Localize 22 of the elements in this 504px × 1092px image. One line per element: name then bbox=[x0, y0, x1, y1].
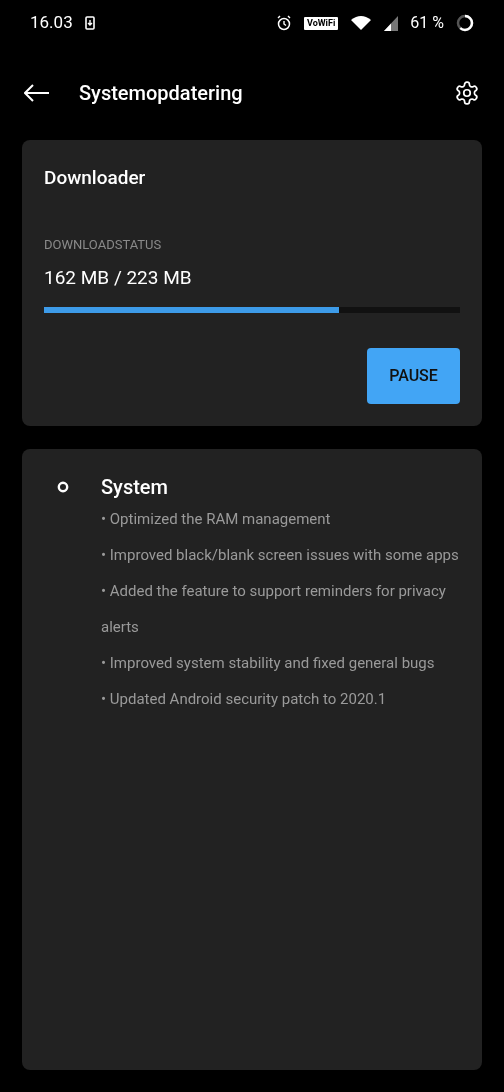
card-title: Downloader bbox=[44, 165, 147, 191]
page-title: Systemopdatering bbox=[79, 80, 243, 107]
status-time: 16.03 bbox=[30, 11, 73, 35]
circle-bullet-icon bbox=[56, 481, 69, 493]
wifi-icon bbox=[350, 15, 373, 31]
alarm-icon bbox=[276, 15, 292, 31]
changelog-item: • Updated Android security patch to 2020.1 bbox=[101, 689, 388, 710]
signal-icon bbox=[384, 15, 399, 31]
status-label: DOWNLOADSTATUS bbox=[44, 235, 163, 254]
changelog-item: • Improved system stability and fixed general bugs bbox=[101, 653, 436, 674]
settings-icon[interactable] bbox=[454, 80, 480, 106]
back-arrow-icon[interactable] bbox=[24, 84, 50, 102]
changelog-item: • Improved black/blank screen issues with some apps bbox=[101, 545, 460, 566]
download-notification-icon bbox=[84, 16, 95, 30]
battery-percentage: 61 % bbox=[410, 12, 444, 34]
battery-ring-icon bbox=[456, 14, 474, 32]
section-title: System bbox=[101, 474, 169, 501]
pause-button[interactable]: PAUSE bbox=[367, 347, 460, 404]
changelog-item: • Optimized the RAM management bbox=[101, 509, 332, 530]
progress-text: 162 MB / 223 MB bbox=[44, 265, 193, 291]
vowifi-badge: VoWiFi bbox=[304, 16, 339, 30]
changelog-item: • Added the feature to support reminders for privacy alerts bbox=[101, 581, 447, 638]
